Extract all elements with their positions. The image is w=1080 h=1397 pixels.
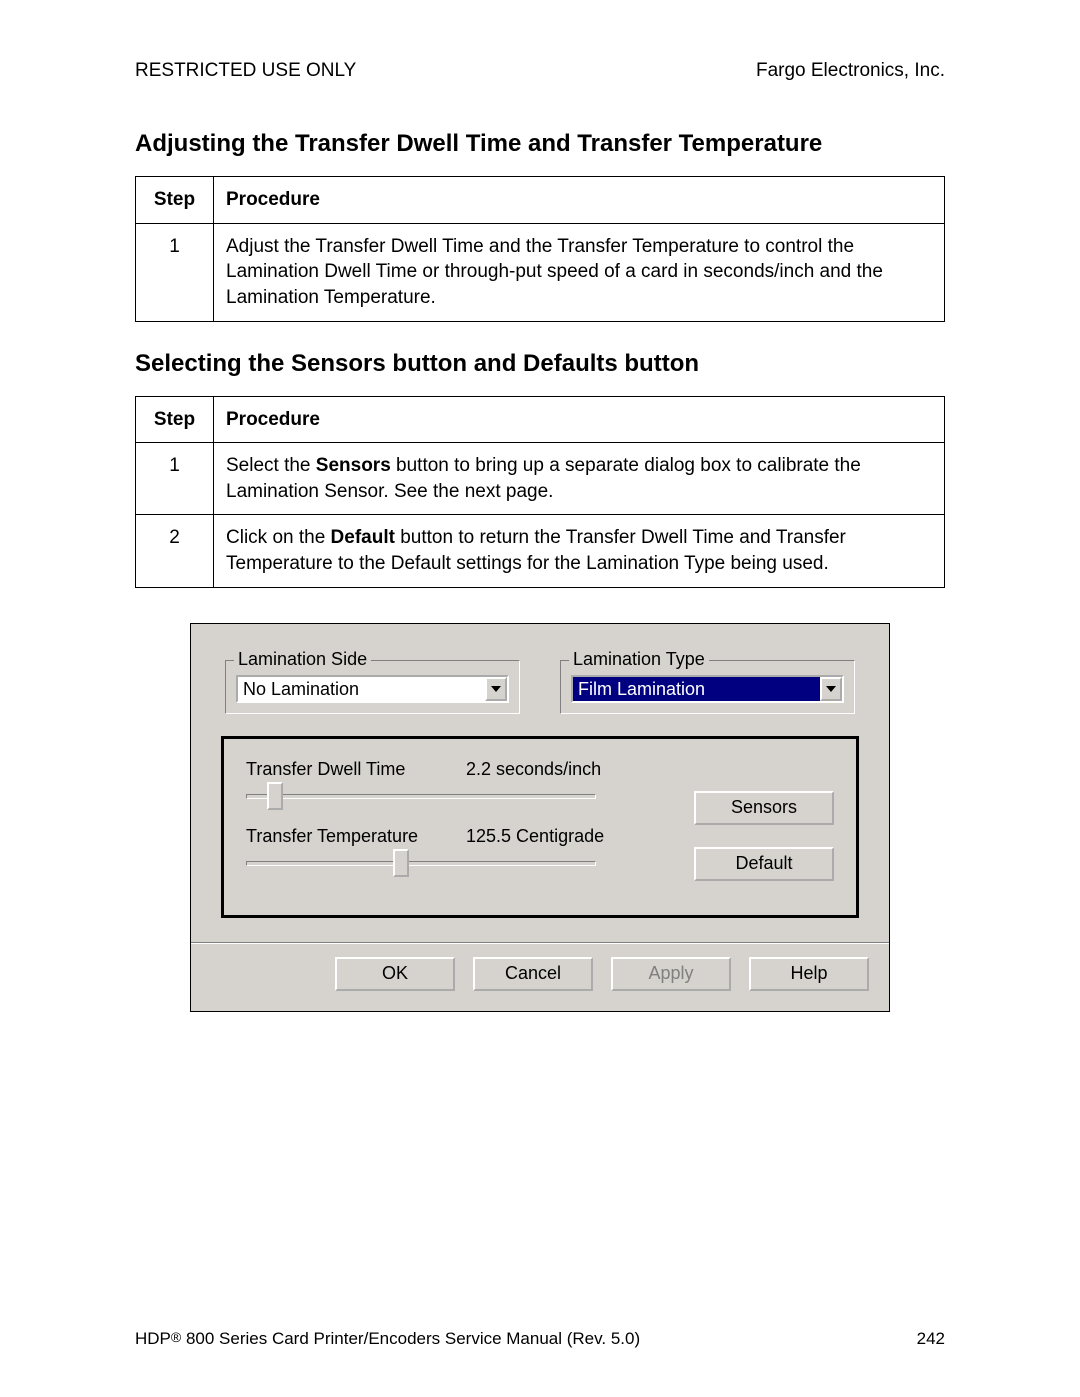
- transfer-frame: Transfer Dwell Time 2.2 seconds/inch Tra…: [221, 736, 859, 918]
- chevron-down-icon[interactable]: [820, 677, 842, 701]
- table-row: 1 Adjust the Transfer Dwell Time and the…: [136, 223, 945, 321]
- apply-button[interactable]: Apply: [611, 957, 731, 991]
- dwell-label: Transfer Dwell Time: [246, 759, 436, 780]
- combo-value: No Lamination: [238, 677, 485, 701]
- header-left: RESTRICTED USE ONLY: [135, 60, 356, 82]
- section-heading-2: Selecting the Sensors button and Default…: [135, 350, 945, 378]
- sensors-button[interactable]: Sensors: [694, 791, 834, 825]
- section-heading-1: Adjusting the Transfer Dwell Time and Tr…: [135, 130, 945, 158]
- col-procedure: Procedure: [214, 177, 945, 224]
- temp-value: 125.5 Centigrade: [466, 826, 676, 847]
- temp-slider[interactable]: [246, 853, 596, 875]
- dwell-value: 2.2 seconds/inch: [466, 759, 676, 780]
- step-number: 1: [136, 223, 214, 321]
- col-procedure: Procedure: [214, 396, 945, 443]
- footer-left: HDP® 800 Series Card Printer/Encoders Se…: [135, 1329, 640, 1349]
- slider-thumb[interactable]: [267, 782, 283, 810]
- table-row: 1 Select the Sensors button to bring up …: [136, 443, 945, 515]
- page-header: RESTRICTED USE ONLY Fargo Electronics, I…: [135, 60, 945, 82]
- dialog-button-row: OK Cancel Apply Help: [191, 942, 889, 1011]
- lamination-type-combo[interactable]: Film Lamination: [571, 675, 844, 703]
- lamination-side-combo[interactable]: No Lamination: [236, 675, 509, 703]
- dwell-slider[interactable]: [246, 786, 596, 808]
- step-text: Select the Sensors button to bring up a …: [214, 443, 945, 515]
- chevron-down-icon[interactable]: [485, 677, 507, 701]
- step-number: 1: [136, 443, 214, 515]
- group-legend: Lamination Type: [569, 649, 709, 670]
- step-text: Adjust the Transfer Dwell Time and the T…: [214, 223, 945, 321]
- lamination-type-group: Lamination Type Film Lamination: [560, 660, 855, 714]
- group-legend: Lamination Side: [234, 649, 371, 670]
- step-text: Click on the Default button to return th…: [214, 515, 945, 587]
- header-right: Fargo Electronics, Inc.: [756, 60, 945, 82]
- slider-track: [246, 794, 596, 799]
- slider-thumb[interactable]: [393, 849, 409, 877]
- col-step: Step: [136, 177, 214, 224]
- slider-track: [246, 861, 596, 866]
- lamination-dialog: Lamination Side No Lamination Lamination…: [190, 623, 890, 1012]
- procedure-table-1: Step Procedure 1 Adjust the Transfer Dwe…: [135, 176, 945, 322]
- step-number: 2: [136, 515, 214, 587]
- page-footer: HDP® 800 Series Card Printer/Encoders Se…: [135, 1329, 945, 1349]
- procedure-table-2: Step Procedure 1 Select the Sensors butt…: [135, 396, 945, 588]
- cancel-button[interactable]: Cancel: [473, 957, 593, 991]
- page-number: 242: [917, 1329, 945, 1349]
- lamination-side-group: Lamination Side No Lamination: [225, 660, 520, 714]
- default-button[interactable]: Default: [694, 847, 834, 881]
- table-row: 2 Click on the Default button to return …: [136, 515, 945, 587]
- combo-value: Film Lamination: [573, 677, 820, 701]
- col-step: Step: [136, 396, 214, 443]
- help-button[interactable]: Help: [749, 957, 869, 991]
- temp-label: Transfer Temperature: [246, 826, 436, 847]
- ok-button[interactable]: OK: [335, 957, 455, 991]
